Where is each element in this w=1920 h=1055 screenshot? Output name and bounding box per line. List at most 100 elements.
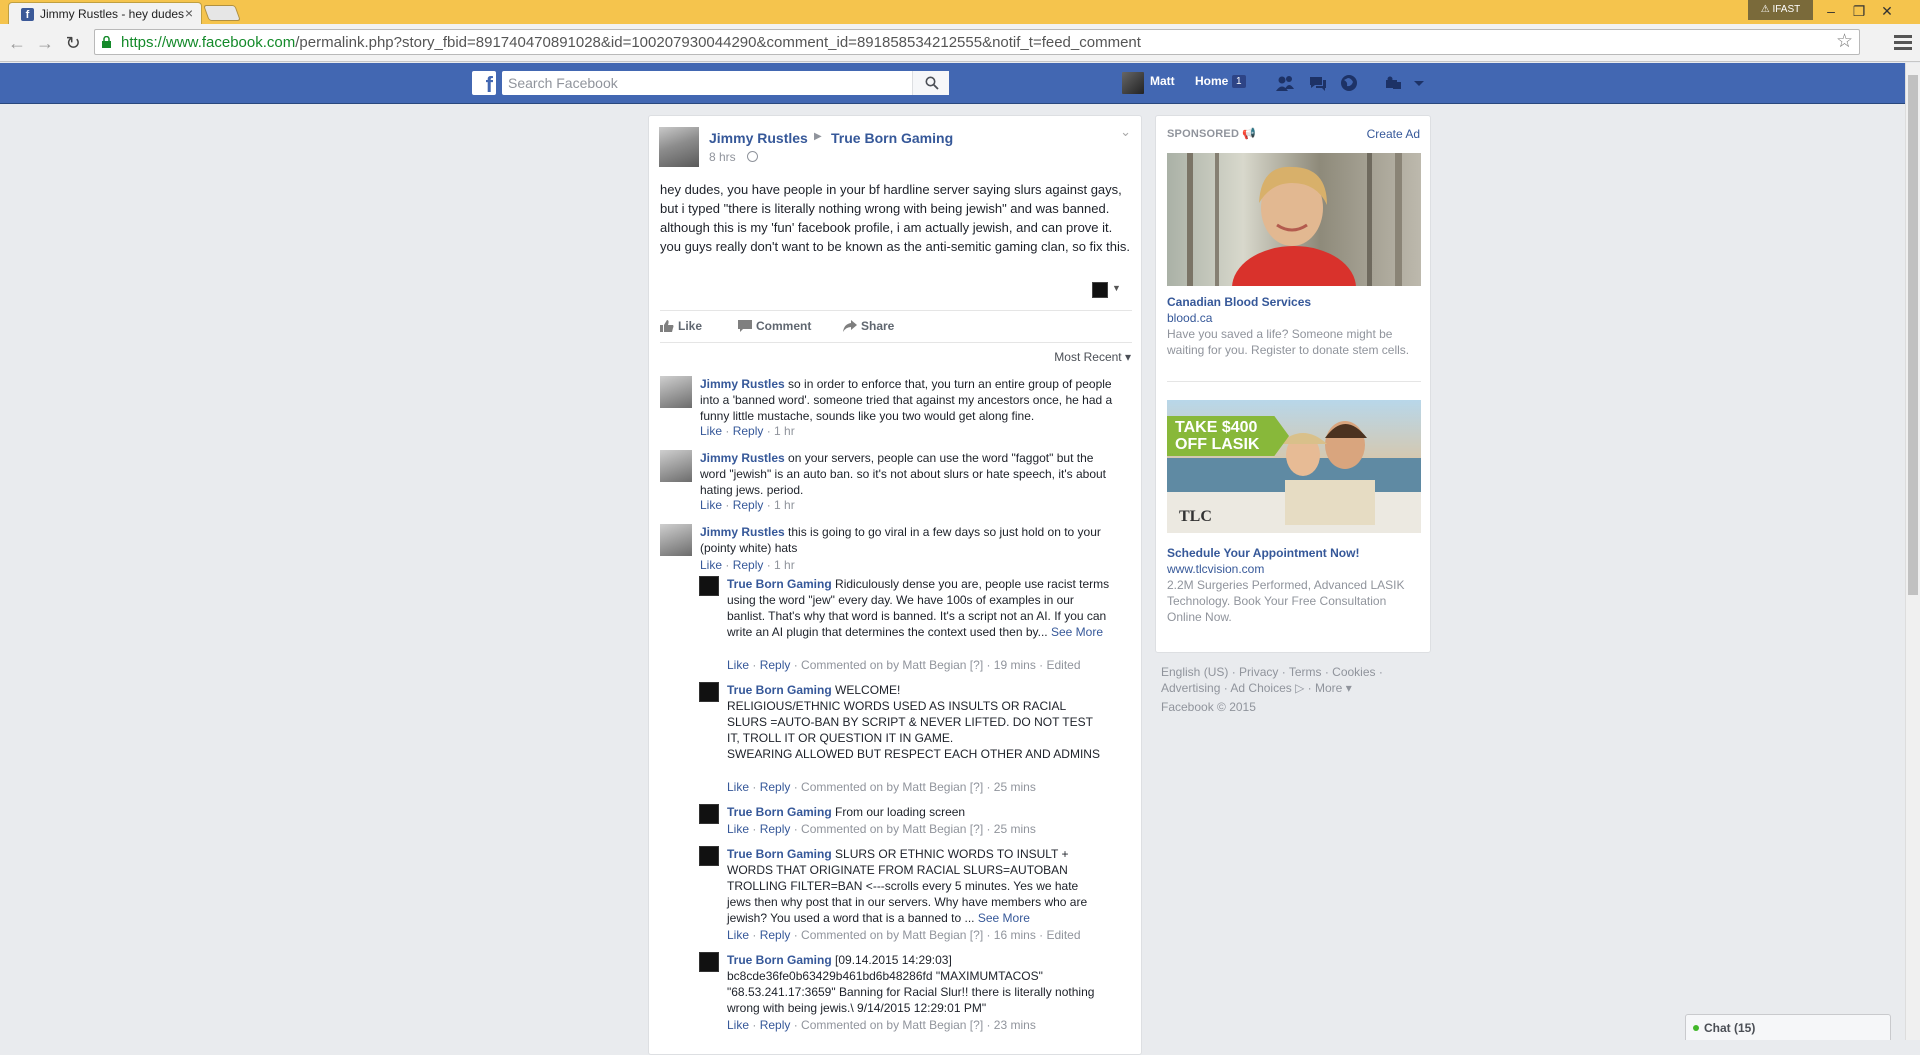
comment-like-link[interactable]: Like	[700, 498, 722, 512]
comment-button[interactable]: Comment	[738, 319, 811, 333]
home-link[interactable]: Home	[1195, 74, 1228, 88]
reply-author-link[interactable]: True Born Gaming	[727, 577, 832, 591]
reply-like-link[interactable]: Like	[727, 780, 749, 794]
footer-adchoices-link[interactable]: Ad Choices	[1230, 681, 1291, 695]
comment-like-link[interactable]: Like	[700, 424, 722, 438]
footer-privacy-link[interactable]: Privacy	[1239, 665, 1278, 679]
post-options-chevron-icon[interactable]: ⌄	[1120, 124, 1131, 140]
ad-image-lasik[interactable]: TAKE $400 OFF LASIK TLC	[1167, 400, 1421, 533]
reply-text: True Born Gaming From our loading screen	[727, 804, 1112, 820]
ad-image-blood-services[interactable]	[1167, 153, 1421, 286]
comment-sort-dropdown[interactable]: Most Recent ▾	[1054, 350, 1131, 364]
sponsored-label: SPONSORED	[1167, 128, 1240, 140]
footer-terms-link[interactable]: Terms	[1289, 665, 1322, 679]
browser-tab-active[interactable]: f Jimmy Rustles - hey dudes ×	[8, 2, 202, 24]
reply-avatar[interactable]	[699, 846, 719, 866]
scrollbar-thumb[interactable]	[1908, 75, 1918, 595]
comment-author-link[interactable]: Jimmy Rustles	[700, 377, 785, 391]
reply-reply-link[interactable]: Reply	[760, 928, 791, 942]
privacy-shortcuts-icon[interactable]	[1384, 74, 1404, 92]
reply-like-link[interactable]: Like	[727, 822, 749, 836]
reply-avatar[interactable]	[699, 682, 719, 702]
search-input[interactable]	[502, 71, 912, 95]
comment-reply-link[interactable]: Reply	[733, 498, 764, 512]
post-timestamp[interactable]: 8 hrs	[709, 150, 736, 164]
comment-avatar[interactable]	[660, 450, 692, 482]
sponsored-panel: SPONSORED 📢 Create Ad Canadian Blood Ser…	[1155, 115, 1431, 653]
comment-author-link[interactable]: Jimmy Rustles	[700, 451, 785, 465]
new-tab-button[interactable]	[203, 5, 241, 21]
post-author-avatar[interactable]	[659, 127, 699, 167]
reply-like-link[interactable]: Like	[727, 658, 749, 672]
reply-author-link[interactable]: True Born Gaming	[727, 805, 832, 819]
reply-like-link[interactable]: Like	[727, 1018, 749, 1032]
minimize-button[interactable]: –	[1818, 1, 1844, 21]
reply-like-link[interactable]: Like	[727, 928, 749, 942]
reply-avatar[interactable]	[699, 804, 719, 824]
footer-more-link[interactable]: More ▾	[1315, 681, 1352, 695]
close-window-button[interactable]: ✕	[1874, 1, 1900, 21]
tab-close-icon[interactable]: ×	[185, 5, 193, 21]
bookmark-star-icon[interactable]: ☆	[1836, 31, 1853, 53]
facebook-favicon-icon: f	[21, 8, 34, 21]
ad-title-link[interactable]: Canadian Blood Services	[1167, 295, 1311, 309]
footer-language-link[interactable]: English (US)	[1161, 665, 1228, 679]
reply-meta: Like · Reply · Commented on by Matt Begi…	[727, 1018, 1036, 1032]
address-bar[interactable]: https://www.facebook.com/permalink.php?s…	[94, 29, 1860, 55]
reply-author-link[interactable]: True Born Gaming	[727, 683, 832, 697]
friend-requests-icon[interactable]	[1275, 74, 1295, 92]
reply-author-link[interactable]: True Born Gaming	[727, 953, 832, 967]
restore-button[interactable]: ❐	[1846, 1, 1872, 21]
post-card: Jimmy Rustles ▶ True Born Gaming 8 hrs ⌄…	[648, 115, 1142, 1055]
reload-icon[interactable]: ↻	[62, 32, 84, 54]
notifications-globe-icon[interactable]	[1339, 74, 1359, 92]
post-author-link[interactable]: Jimmy Rustles	[709, 130, 808, 146]
forward-icon[interactable]: →	[34, 32, 56, 54]
facebook-logo-icon[interactable]: f	[472, 71, 496, 95]
create-ad-link[interactable]: Create Ad	[1367, 127, 1420, 141]
comment-text: Jimmy Rustles on your servers, people ca…	[700, 450, 1120, 498]
page-scrollbar[interactable]	[1905, 63, 1920, 1040]
reply-reply-link[interactable]: Reply	[760, 658, 791, 672]
like-button[interactable]: Like	[660, 319, 702, 333]
footer-links-row-2: Advertising · Ad Choices ▷ · More ▾	[1161, 681, 1352, 695]
post-as-dropdown-icon[interactable]: ▼	[1112, 283, 1121, 293]
reply-time: · Commented on by Matt Begian [?] · 16 m…	[793, 928, 1081, 942]
ad-domain-link[interactable]: www.tlcvision.com	[1167, 562, 1264, 576]
lock-icon	[102, 36, 111, 48]
see-more-link[interactable]: See More	[978, 911, 1030, 925]
tlc-logo: TLC	[1179, 508, 1212, 525]
reply-avatar[interactable]	[699, 576, 719, 596]
reply-time: · Commented on by Matt Begian [?] · 23 m…	[793, 1018, 1036, 1032]
reply-reply-link[interactable]: Reply	[760, 1018, 791, 1032]
reply-reply-link[interactable]: Reply	[760, 780, 791, 794]
comment-like-link[interactable]: Like	[700, 558, 722, 572]
post-group-link[interactable]: True Born Gaming	[831, 130, 953, 146]
browser-menu-icon[interactable]	[1894, 32, 1912, 52]
footer-advertising-link[interactable]: Advertising	[1161, 681, 1220, 695]
ad-domain-link[interactable]: blood.ca	[1167, 311, 1212, 325]
profile-badge[interactable]: ⚠ IFAST	[1748, 0, 1813, 20]
ad-description: Have you saved a life? Someone might be …	[1167, 327, 1410, 357]
reply-avatar[interactable]	[699, 952, 719, 972]
back-icon[interactable]: ←	[6, 32, 28, 54]
comment-author-link[interactable]: Jimmy Rustles	[700, 525, 785, 539]
user-avatar[interactable]	[1122, 72, 1144, 94]
search-button[interactable]	[912, 71, 949, 95]
adchoices-icon: ▷	[1295, 681, 1305, 695]
reply-reply-link[interactable]: Reply	[760, 822, 791, 836]
share-button[interactable]: Share	[843, 319, 894, 333]
ad-title-link[interactable]: Schedule Your Appointment Now!	[1167, 546, 1359, 560]
comment-reply-link[interactable]: Reply	[733, 424, 764, 438]
reply-author-link[interactable]: True Born Gaming	[727, 847, 832, 861]
comment-avatar[interactable]	[660, 524, 692, 556]
chat-sidebar-button[interactable]: Chat (15)	[1685, 1014, 1891, 1040]
user-name-link[interactable]: Matt	[1150, 74, 1175, 88]
footer-cookies-link[interactable]: Cookies	[1332, 665, 1375, 679]
see-more-link[interactable]: See More	[1051, 625, 1103, 639]
account-settings-chevron-icon[interactable]	[1412, 74, 1426, 92]
comment-avatar[interactable]	[660, 376, 692, 408]
comment-reply-link[interactable]: Reply	[733, 558, 764, 572]
messages-icon[interactable]	[1307, 74, 1327, 92]
post-as-page-avatar[interactable]	[1092, 282, 1108, 298]
